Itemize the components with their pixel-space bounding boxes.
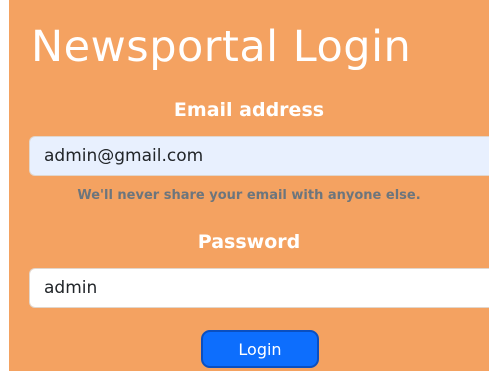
password-label: Password <box>197 231 301 253</box>
email-field[interactable] <box>29 136 489 176</box>
email-label: Email address <box>173 99 325 121</box>
email-help-text: We'll never share your email with anyone… <box>77 188 421 203</box>
login-panel: Newsportal Login Email address We'll nev… <box>9 0 489 371</box>
password-field[interactable] <box>29 268 489 308</box>
page-title: Newsportal Login <box>31 22 412 72</box>
login-button[interactable]: Login <box>201 330 319 368</box>
